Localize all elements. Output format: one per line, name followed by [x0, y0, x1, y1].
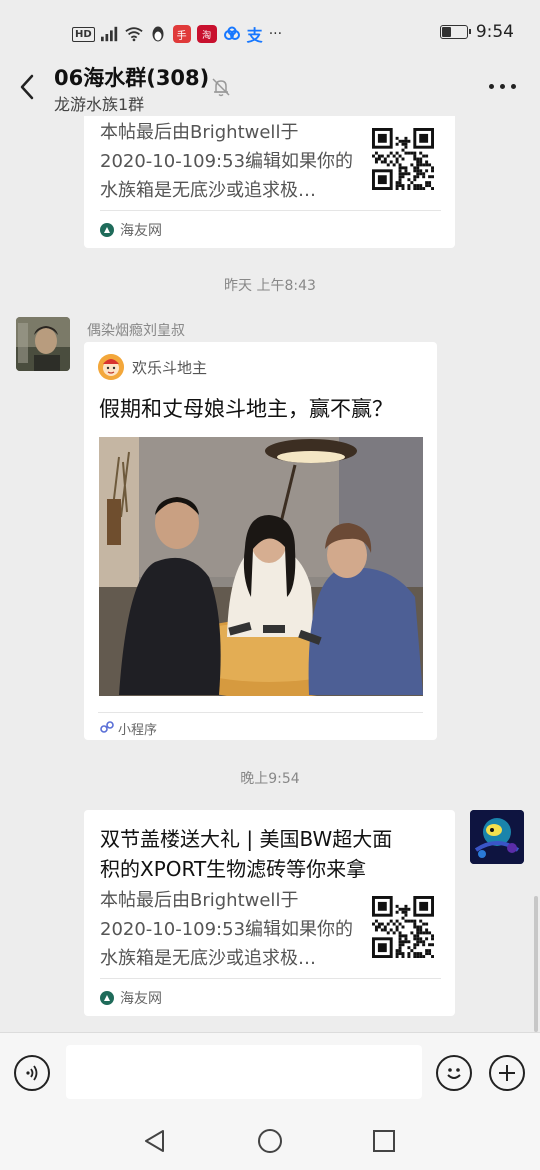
emoji-icon[interactable]	[436, 1055, 472, 1091]
source-logo-icon	[100, 991, 114, 1005]
card-title: 双节盖楼送大礼 | 美国BW超大面 积的XPORT生物滤砖等你来拿	[100, 827, 393, 881]
chat-title[interactable]: 06海水群(308)	[54, 62, 209, 92]
cloud-app-icon	[223, 25, 241, 43]
voice-icon[interactable]	[14, 1055, 50, 1091]
input-bar	[0, 1032, 540, 1112]
card-source: 海友网	[100, 988, 162, 1008]
time-divider: 昨天 上午8:43	[224, 278, 316, 294]
mini-program-cover-image	[99, 437, 423, 696]
my-avatar[interactable]	[470, 810, 524, 864]
card-source: 海友网	[100, 220, 162, 240]
chat-header: 06海水群(308) 龙游水族1群	[0, 58, 540, 116]
mute-bell-icon	[210, 76, 232, 98]
nav-recent-icon[interactable]	[369, 1126, 399, 1156]
hd-badge: HD	[72, 26, 95, 42]
card-divider	[98, 712, 423, 713]
taobao-app-icon: 淘	[196, 25, 217, 43]
cell-signal-icon	[100, 25, 119, 43]
mini-program-label: 小程序	[100, 719, 157, 738]
add-icon[interactable]	[489, 1055, 525, 1091]
status-bar: HD 手 淘 支 ··· 9:54	[0, 0, 540, 64]
nav-home-icon[interactable]	[255, 1126, 285, 1156]
chat-subtitle: 龙游水族1群	[54, 95, 145, 114]
status-right: 9:54	[439, 22, 514, 42]
battery-icon	[439, 25, 471, 39]
clock: 9:54	[475, 22, 514, 42]
mini-program-card[interactable]: 欢乐斗地主 假期和丈母娘斗地主，赢不赢？ 小程序	[84, 342, 437, 740]
status-icons: HD 手 淘 支 ···	[72, 22, 282, 46]
message-input[interactable]	[66, 1045, 422, 1099]
card-divider	[100, 210, 441, 211]
qr-code-image	[372, 896, 434, 958]
system-nav-bar	[0, 1112, 540, 1170]
wifi-icon	[125, 25, 143, 43]
card-divider	[100, 978, 441, 979]
qr-code-image	[372, 128, 434, 190]
doudizhu-logo-icon	[98, 354, 124, 380]
sender-avatar[interactable]	[16, 317, 70, 371]
mini-program-link-icon	[100, 720, 114, 738]
qq-penguin-icon	[149, 25, 167, 43]
scrollbar[interactable]	[534, 896, 538, 1032]
source-logo-icon	[100, 223, 114, 237]
chat-messages[interactable]: 本帖最后由Brightwell于 2020-10-109:53编辑如果你的 水族…	[0, 116, 540, 1032]
red-app-icon: 手	[172, 25, 191, 43]
sender-name: 偶染烟瘾刘皇叔	[87, 323, 185, 339]
link-card-top[interactable]: 本帖最后由Brightwell于 2020-10-109:53编辑如果你的 水族…	[84, 116, 455, 248]
back-arrow-icon[interactable]	[14, 72, 42, 102]
alipay-icon: 支	[246, 26, 263, 45]
mini-program-header: 欢乐斗地主	[98, 354, 207, 380]
more-notifications-icon: ···	[268, 26, 283, 42]
mini-program-app-name: 欢乐斗地主	[132, 358, 208, 377]
mini-program-title: 假期和丈母娘斗地主，赢不赢？	[99, 397, 393, 421]
card-excerpt: 本帖最后由Brightwell于 2020-10-109:53编辑如果你的 水族…	[100, 890, 354, 969]
card-excerpt: 本帖最后由Brightwell于 2020-10-109:53编辑如果你的 水族…	[100, 122, 354, 201]
nav-back-icon[interactable]	[141, 1126, 171, 1156]
link-card-bottom[interactable]: 双节盖楼送大礼 | 美国BW超大面 积的XPORT生物滤砖等你来拿 本帖最后由B…	[84, 810, 455, 1016]
more-dots-icon[interactable]	[489, 84, 516, 89]
time-divider: 晚上9:54	[240, 771, 300, 787]
